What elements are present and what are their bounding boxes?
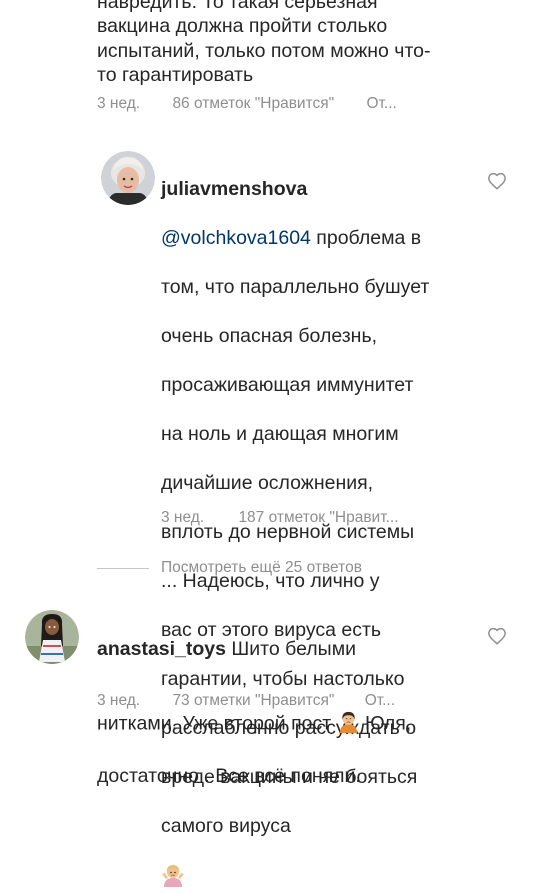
comment-text-line: вакцина должна пройти столько [97,15,388,37]
view-replies-button[interactable]: Посмотреть ещё 25 ответов [161,559,362,577]
mention-link[interactable]: @volchkova1604 [161,227,311,249]
comment-meta: 3 нед. 187 отметок "Нравит... [161,509,399,527]
reply-button[interactable]: От... [366,95,396,113]
comment-time[interactable]: 3 нед. [97,95,140,113]
comment-text-line: Юля, [359,712,412,734]
comment-text-line: испытаний, только потом можно что- [97,39,431,62]
comment-likes[interactable]: 187 отметок "Нравит... [238,509,398,527]
comment-username[interactable]: juliavmenshova [161,178,307,200]
comment-likes[interactable]: 73 отметки "Нравится" [172,692,334,710]
comment-time[interactable]: 3 нед. [161,509,204,527]
heart-outline-icon[interactable] [487,627,507,645]
comment-text-line: просаживающая иммунитет [161,373,414,396]
reply-button[interactable]: От... [365,692,395,710]
comment-likes[interactable]: 86 отметок "Нравится" [172,95,334,113]
comment-text-line: на ноль и дающая многим [161,422,399,445]
comment-text-line: то гарантировать [97,64,254,86]
comment-text-line: том, что параллельно бушует [161,275,430,298]
comment-text-line: навредить. То такая серьезная [97,0,378,13]
avatar[interactable] [101,151,155,205]
avatar[interactable] [25,610,79,664]
comment-time[interactable]: 3 нед. [97,692,140,710]
heart-outline-icon[interactable] [487,172,507,190]
comment-text-line: дичайшие осложнения, [161,471,374,494]
comment-text-line: самого вируса [161,814,291,837]
comment-meta: 3 нед. 86 отметок "Нравится" От... [97,95,397,113]
comment-username[interactable]: anastasi_toys [97,638,226,660]
comment-text-line: достаточно . Все всё поняли. [97,765,361,787]
comment-meta: 3 нед. 73 отметки "Нравится" От... [97,692,395,710]
comment-text: проблема в [310,226,422,249]
comment-text-line: очень опасная болезнь, [161,324,378,347]
comment-text-line: нитками. Уже второй пост [97,712,337,734]
comment-text: Шито белыми [226,637,356,660]
replies-divider [97,568,149,569]
person-shrugging-emoji [161,838,185,893]
